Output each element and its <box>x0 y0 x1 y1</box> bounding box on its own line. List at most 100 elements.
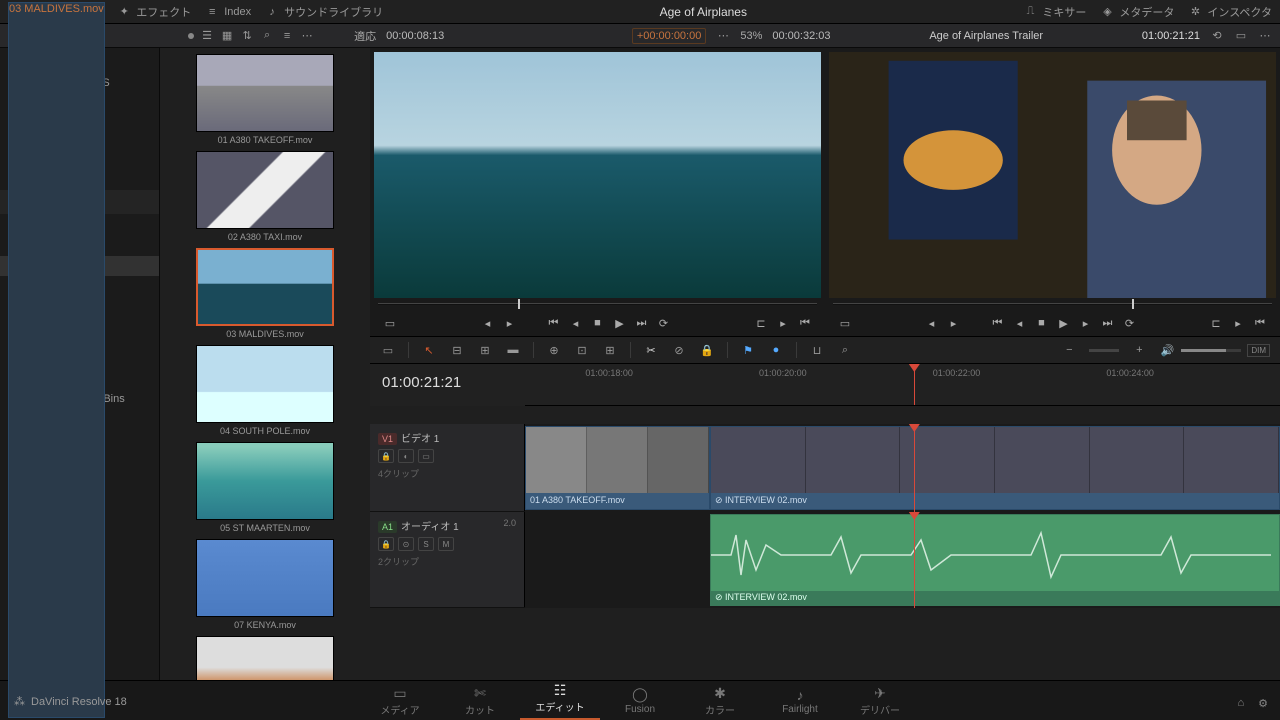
thumb-item[interactable] <box>196 636 334 680</box>
next-edit-icon[interactable]: ▸ <box>944 313 964 333</box>
razor-icon[interactable]: ✂ <box>643 342 659 358</box>
fit-label[interactable]: 適応 <box>354 28 376 44</box>
step-fwd-icon[interactable]: ⏭ <box>632 313 652 333</box>
thumb-item[interactable]: 03 MALDIVES.mov <box>196 248 334 339</box>
insert-icon[interactable]: ⊕ <box>546 342 562 358</box>
page-color[interactable]: ✱カラー <box>680 685 760 717</box>
first-frame-icon[interactable]: ⏮ <box>988 313 1008 333</box>
link-icon[interactable]: ⊘ <box>671 342 687 358</box>
dynamic-trim-icon[interactable]: ⊞ <box>477 342 493 358</box>
flag-icon[interactable]: ⚑ <box>740 342 756 358</box>
video-clip[interactable]: 01 A380 TAKEOFF.mov <box>525 426 710 510</box>
offset-tc[interactable]: +00:00:00:00 <box>632 28 707 44</box>
a1-head[interactable]: A1オーディオ 12.0 🔒⊙SM 2クリップ <box>370 512 525 607</box>
step-back-icon[interactable]: ◂ <box>1010 313 1030 333</box>
sound-btn[interactable]: ♪サウンドライブラリ <box>265 4 383 20</box>
prev-edit-icon[interactable]: ◂ <box>922 313 942 333</box>
in-icon[interactable]: ⊏ <box>751 313 771 333</box>
overwrite-icon[interactable]: ⊡ <box>574 342 590 358</box>
volume-slider[interactable] <box>1181 349 1241 352</box>
timeline-name[interactable]: Age of Airplanes Trailer <box>929 30 1043 42</box>
arm-btn[interactable]: ⊙ <box>398 537 414 551</box>
volume-icon[interactable]: 🔊 <box>1159 342 1175 358</box>
arrow-tool-icon[interactable]: ↖ <box>421 342 437 358</box>
page-media[interactable]: ▭メディア <box>360 685 440 717</box>
out2-icon[interactable]: ⏮ <box>795 313 815 333</box>
sort-icon[interactable]: ⇅ <box>240 29 254 43</box>
zoom-icon[interactable]: ⌕ <box>837 342 853 358</box>
match-frame-icon[interactable]: ▭ <box>835 313 855 333</box>
audio-clip[interactable]: ⊘ INTERVIEW 02.mov <box>710 514 1280 606</box>
prev-edit-icon[interactable]: ◂ <box>478 313 498 333</box>
step-fwd-icon[interactable]: ▸ <box>1076 313 1096 333</box>
in-icon[interactable]: ⊏ <box>1206 313 1226 333</box>
tl-opt1-icon[interactable]: ⟲ <box>1210 29 1224 43</box>
settings-icon[interactable]: ⚙ <box>1258 697 1268 710</box>
trim-tool-icon[interactable]: ⊟ <box>449 342 465 358</box>
more2-icon[interactable]: ⋯ <box>716 29 730 43</box>
lock-icon[interactable]: 🔒 <box>699 342 715 358</box>
out2-icon[interactable]: ⏮ <box>1250 313 1270 333</box>
out-icon[interactable]: ▸ <box>773 313 793 333</box>
filter-icon[interactable]: ≡ <box>280 29 294 43</box>
dim-button[interactable]: DIM <box>1247 344 1270 357</box>
playhead[interactable] <box>914 364 915 405</box>
replace-icon[interactable]: ⊞ <box>602 342 618 358</box>
program-scrub[interactable] <box>829 298 1276 310</box>
last-frame-icon[interactable]: ⏭ <box>1098 313 1118 333</box>
stop-icon[interactable]: ■ <box>588 313 608 333</box>
list-view-icon[interactable]: ☰ <box>200 29 214 43</box>
loop-icon[interactable]: ⟳ <box>654 313 674 333</box>
play-icon[interactable]: ▶ <box>610 313 630 333</box>
grid-view-icon[interactable]: ▦ <box>220 29 234 43</box>
page-deliver[interactable]: ✈デリバー <box>840 685 920 717</box>
more-icon[interactable]: ⋯ <box>300 29 314 43</box>
v1-body[interactable]: 01 A380 TAKEOFF.mov ⊘ INTERVIEW 02.mov <box>525 424 1280 512</box>
page-cut[interactable]: ✄カット <box>440 685 520 717</box>
disable-btn[interactable]: ▭ <box>418 449 434 463</box>
snap-icon[interactable]: ⊔ <box>809 342 825 358</box>
video-clip[interactable]: ⊘ INTERVIEW 02.mov <box>710 426 1280 510</box>
tl-more-icon[interactable]: ⋯ <box>1258 29 1272 43</box>
mixer-btn[interactable]: ⎍ミキサー <box>1023 4 1086 20</box>
tl-view-icon[interactable]: ▭ <box>380 342 396 358</box>
marker-icon[interactable]: ● <box>768 342 784 358</box>
zoom-slider[interactable] <box>1089 349 1119 352</box>
blade-tool-icon[interactable]: ▬ <box>505 342 521 358</box>
first-frame-icon[interactable]: ⏮ <box>544 313 564 333</box>
home-icon[interactable]: ⌂ <box>1237 697 1244 710</box>
play-icon[interactable]: ▶ <box>1054 313 1074 333</box>
zoom-pct[interactable]: 53% <box>740 30 762 42</box>
page-fusion[interactable]: ◯Fusion <box>600 686 680 715</box>
tl-opt2-icon[interactable]: ▭ <box>1234 29 1248 43</box>
stop-icon[interactable]: ■ <box>1032 313 1052 333</box>
mute-btn[interactable]: M <box>438 537 454 551</box>
lock-btn[interactable]: 🔒 <box>378 537 394 551</box>
loop-icon[interactable]: ⟳ <box>1120 313 1140 333</box>
timeline-ruler[interactable]: 01:00:18:00 01:00:20:00 01:00:22:00 01:0… <box>525 364 1280 406</box>
zoom-in-icon[interactable]: + <box>1131 342 1147 358</box>
next-edit-icon[interactable]: ▸ <box>500 313 520 333</box>
program-screen[interactable] <box>829 52 1276 298</box>
match-frame-icon[interactable]: ▭ <box>380 313 400 333</box>
index-btn[interactable]: ≡Index <box>205 5 251 19</box>
out-icon[interactable]: ▸ <box>1228 313 1248 333</box>
thumb-item[interactable]: 07 KENYA.mov <box>196 539 334 630</box>
thumb-item[interactable]: 05 ST MAARTEN.mov <box>196 442 334 533</box>
auto-btn[interactable]: ◐ <box>398 449 414 463</box>
a1-body[interactable]: ⊘ INTERVIEW 02.mov <box>525 512 1280 608</box>
metadata-btn[interactable]: ◈メタデータ <box>1100 4 1174 20</box>
source-clip-name[interactable]: 03 MALDIVES.mov <box>8 2 105 718</box>
inspector-btn[interactable]: ✲インスペクタ <box>1188 4 1272 20</box>
solo-btn[interactable]: S <box>418 537 434 551</box>
source-screen[interactable] <box>374 52 821 298</box>
zoom-out-icon[interactable]: − <box>1061 342 1077 358</box>
source-scrub[interactable] <box>374 298 821 310</box>
lock-btn[interactable]: 🔒 <box>378 449 394 463</box>
step-back-icon[interactable]: ◂ <box>566 313 586 333</box>
thumb-item[interactable]: 01 A380 TAKEOFF.mov <box>196 54 334 145</box>
v1-head[interactable]: V1ビデオ 1 🔒◐▭ 4クリップ <box>370 424 525 511</box>
thumb-item[interactable]: 04 SOUTH POLE.mov <box>196 345 334 436</box>
effects-btn[interactable]: ✦エフェクト <box>117 4 191 20</box>
page-fairlight[interactable]: ♪Fairlight <box>760 687 840 715</box>
